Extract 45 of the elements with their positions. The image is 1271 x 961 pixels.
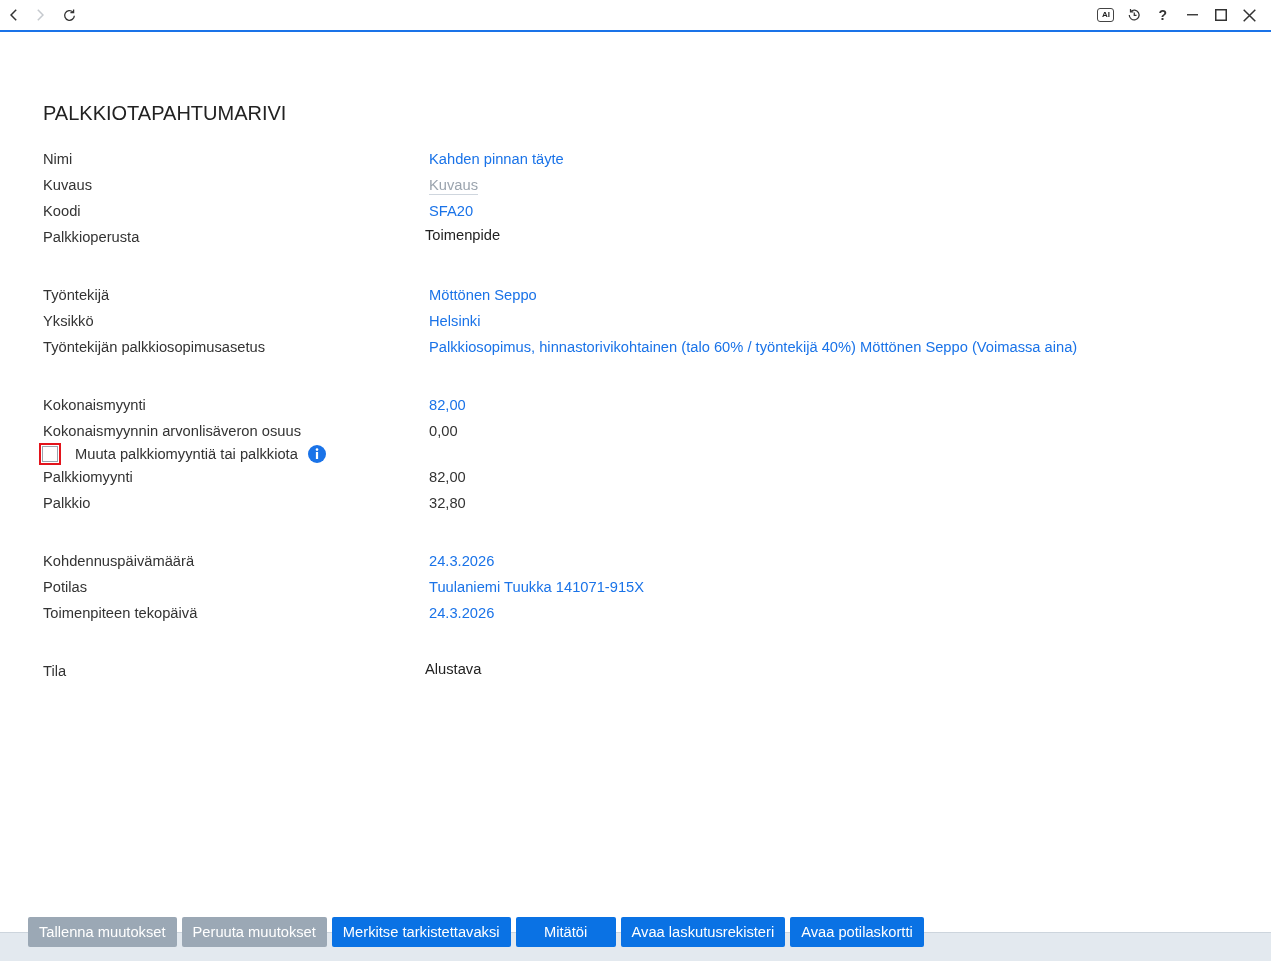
field-value: 32,80 — [429, 493, 466, 513]
field-label: Työntekijän palkkiosopimusasetus — [43, 337, 266, 357]
field-label: Kokonaismyynti — [43, 395, 146, 415]
help-button[interactable]: ? — [1158, 8, 1167, 22]
value-link[interactable]: 82,00 — [429, 393, 466, 416]
text-field[interactable]: Kuvaus — [429, 175, 478, 195]
field-label: Työntekijä — [43, 285, 110, 305]
history-icon[interactable] — [1127, 8, 1142, 22]
value-link[interactable]: Tuulaniemi Tuukka 141071-915X — [429, 575, 644, 598]
field-label: Potilas — [43, 577, 88, 597]
field-value: 0,00 — [429, 421, 458, 441]
value-link[interactable]: 24.3.2026 — [429, 549, 495, 572]
field-label: Kokonaismyynnin arvonlisäveron osuus — [43, 421, 301, 441]
field-label: Kohdennuspäivämäärä — [43, 551, 195, 571]
field-value: 82,00 — [429, 467, 466, 487]
field-value: Toimenpide — [425, 226, 501, 245]
back-icon[interactable] — [10, 9, 17, 21]
field-label: Palkkio — [43, 493, 91, 513]
value-link[interactable]: 24.3.2026 — [429, 601, 495, 624]
action-button[interactable]: Merkitse tarkistettavaksi — [331, 917, 511, 947]
action-button[interactable]: Mitätöi — [515, 917, 616, 947]
value-link[interactable]: Palkkiosopimus, hinnastorivikohtainen (talo 60% / työntekijä 40%) Möttönen Seppo (Voimassa aina) — [429, 335, 1078, 358]
field-label: Tila — [43, 662, 67, 681]
value-link[interactable]: Helsinki — [429, 309, 481, 332]
value-link[interactable]: Kahden pinnan täyte — [429, 147, 564, 170]
field-label: Yksikkö — [43, 311, 94, 331]
page-title: PALKKIOTAPAHTUMARIVI — [43, 101, 287, 126]
action-button[interactable]: Avaa potilaskortti — [790, 917, 924, 947]
field-value: Alustava — [425, 660, 482, 679]
info-icon[interactable] — [307, 445, 326, 463]
value-link[interactable]: Möttönen Seppo — [429, 283, 537, 306]
field-label: Nimi — [43, 149, 73, 169]
maximize-icon[interactable] — [1215, 9, 1227, 21]
checkbox-label: Muuta palkkiomyyntiä tai palkkiota — [75, 445, 298, 464]
minimize-icon[interactable] — [1187, 14, 1198, 16]
field-label: Palkkiomyynti — [43, 467, 133, 487]
close-icon[interactable] — [1243, 8, 1256, 22]
field-label: Palkkioperusta — [43, 228, 140, 247]
reload-icon[interactable] — [63, 8, 76, 22]
value-link[interactable]: SFA20 — [429, 199, 474, 222]
ai-button[interactable]: AI — [1097, 8, 1115, 22]
field-label: Kuvaus — [43, 175, 92, 195]
field-label: Toimenpiteen tekopäivä — [43, 603, 198, 623]
action-button[interactable]: Avaa laskutusrekisteri — [620, 917, 786, 947]
field-label: Koodi — [43, 201, 81, 221]
